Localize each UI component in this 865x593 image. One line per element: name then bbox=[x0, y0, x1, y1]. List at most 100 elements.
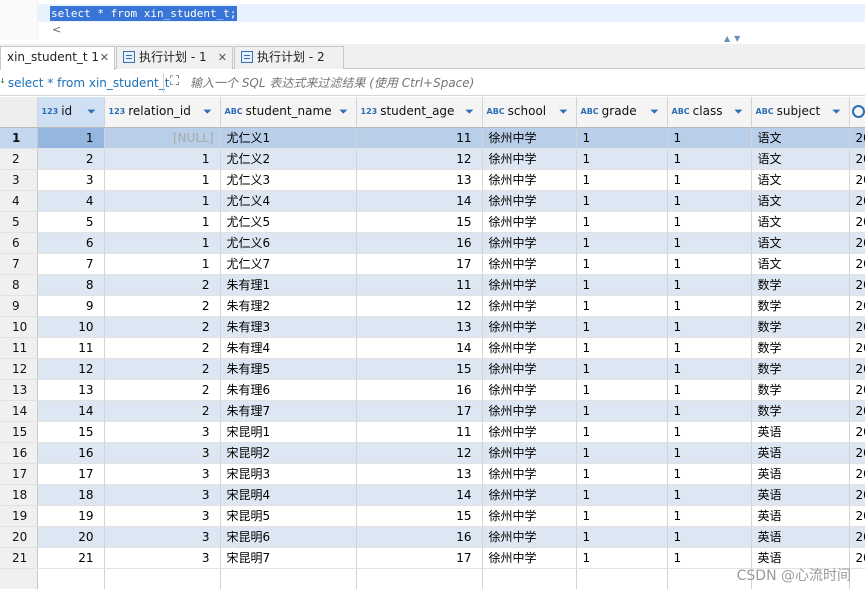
expand-icon[interactable]: ⛶ bbox=[170, 74, 185, 89]
school-cell[interactable]: 徐州中学 bbox=[482, 253, 577, 275]
school-cell[interactable]: 徐州中学 bbox=[482, 232, 577, 254]
class-cell[interactable]: 1 bbox=[667, 484, 752, 506]
id-cell[interactable]: 2 bbox=[37, 148, 105, 170]
subject-cell[interactable]: 英语 bbox=[751, 505, 850, 527]
table-row[interactable]: 14142朱有理717徐州中学11数学20 bbox=[0, 400, 865, 422]
timestamp-cell[interactable]: 20 bbox=[849, 316, 865, 338]
class-cell[interactable]: 1 bbox=[667, 148, 752, 170]
row-number-cell[interactable]: 17 bbox=[0, 463, 38, 485]
relation-id-cell[interactable]: 2 bbox=[104, 274, 221, 296]
subject-cell[interactable]: 数学 bbox=[751, 337, 850, 359]
grade-cell[interactable]: 1 bbox=[576, 169, 668, 191]
subject-cell[interactable]: 语文 bbox=[751, 169, 850, 191]
sort-filter-icon[interactable]: ⏷ bbox=[200, 104, 216, 120]
school-cell[interactable]: 徐州中学 bbox=[482, 358, 577, 380]
row-number-cell[interactable]: 12 bbox=[0, 358, 38, 380]
sort-filter-icon[interactable]: ⏷ bbox=[731, 104, 747, 120]
row-number-cell[interactable]: 15 bbox=[0, 421, 38, 443]
student-name-cell[interactable]: 宋昆明6 bbox=[220, 526, 357, 548]
subject-cell[interactable]: 数学 bbox=[751, 295, 850, 317]
subject-cell[interactable]: 数学 bbox=[751, 274, 850, 296]
id-cell[interactable]: 10 bbox=[37, 316, 105, 338]
table-row[interactable]: 661尤仁义616徐州中学11语文20 bbox=[0, 232, 865, 254]
class-cell[interactable]: 1 bbox=[667, 463, 752, 485]
id-cell[interactable]: 20 bbox=[37, 526, 105, 548]
row-number-cell[interactable]: 7 bbox=[0, 253, 38, 275]
id-cell[interactable]: 3 bbox=[37, 169, 105, 191]
student-name-cell[interactable]: 朱有理4 bbox=[220, 337, 357, 359]
student-name-cell[interactable]: 尤仁义4 bbox=[220, 190, 357, 212]
column-header-student-name[interactable]: ABC student_name ⏷ bbox=[220, 97, 357, 128]
student-age-cell[interactable]: 13 bbox=[356, 316, 483, 338]
class-cell[interactable]: 1 bbox=[667, 358, 752, 380]
grade-cell[interactable]: 1 bbox=[576, 127, 668, 149]
subject-cell[interactable]: 语文 bbox=[751, 127, 850, 149]
id-cell[interactable]: 13 bbox=[37, 379, 105, 401]
subject-cell[interactable]: 数学 bbox=[751, 400, 850, 422]
close-icon[interactable]: ✕ bbox=[100, 47, 109, 68]
column-header-class[interactable]: ABC class ⏷ bbox=[667, 97, 752, 128]
row-number-cell[interactable]: 14 bbox=[0, 400, 38, 422]
grade-cell[interactable]: 1 bbox=[576, 442, 668, 464]
relation-id-cell[interactable]: 1 bbox=[104, 169, 221, 191]
student-age-cell[interactable]: 13 bbox=[356, 463, 483, 485]
row-number-cell[interactable]: 16 bbox=[0, 442, 38, 464]
relation-id-cell[interactable]: 3 bbox=[104, 505, 221, 527]
student-age-cell[interactable]: 17 bbox=[356, 253, 483, 275]
column-header-subject[interactable]: ABC subject ⏷ bbox=[751, 97, 850, 128]
table-row[interactable]: 19193宋昆明515徐州中学11英语20 bbox=[0, 505, 865, 527]
table-row[interactable]: 12122朱有理515徐州中学11数学20 bbox=[0, 358, 865, 380]
relation-id-cell[interactable]: 3 bbox=[104, 442, 221, 464]
sql-editor[interactable]: select * from xin_student_t; < ▲▼ bbox=[0, 0, 865, 43]
school-cell[interactable]: 徐州中学 bbox=[482, 148, 577, 170]
student-age-cell[interactable]: 16 bbox=[356, 526, 483, 548]
student-age-cell[interactable]: 16 bbox=[356, 232, 483, 254]
timestamp-cell[interactable]: 20 bbox=[849, 547, 865, 569]
tab-execution-plan-1[interactable]: 执行计划 - 1 ✕ bbox=[116, 46, 233, 69]
relation-id-cell[interactable]: 2 bbox=[104, 295, 221, 317]
school-cell[interactable]: 徐州中学 bbox=[482, 526, 577, 548]
student-name-cell[interactable]: 尤仁义5 bbox=[220, 211, 357, 233]
row-number-cell[interactable]: 20 bbox=[0, 526, 38, 548]
id-cell[interactable]: 19 bbox=[37, 505, 105, 527]
timestamp-cell[interactable]: 20 bbox=[849, 484, 865, 506]
relation-id-cell[interactable]: 3 bbox=[104, 526, 221, 548]
student-age-cell[interactable]: 12 bbox=[356, 295, 483, 317]
relation-id-cell[interactable]: 1 bbox=[104, 253, 221, 275]
class-cell[interactable]: 1 bbox=[667, 526, 752, 548]
relation-id-cell[interactable]: 1 bbox=[104, 148, 221, 170]
student-name-cell[interactable]: 宋昆明1 bbox=[220, 421, 357, 443]
grade-cell[interactable]: 1 bbox=[576, 190, 668, 212]
relation-id-cell[interactable]: 3 bbox=[104, 463, 221, 485]
grade-cell[interactable]: 1 bbox=[576, 358, 668, 380]
student-age-cell[interactable]: 16 bbox=[356, 379, 483, 401]
relation-id-cell[interactable]: 1 bbox=[104, 232, 221, 254]
school-cell[interactable]: 徐州中学 bbox=[482, 337, 577, 359]
id-cell[interactable]: 5 bbox=[37, 211, 105, 233]
grade-cell[interactable]: 1 bbox=[576, 463, 668, 485]
sql-text[interactable]: select * from xin_student_t; bbox=[50, 6, 238, 21]
school-cell[interactable]: 徐州中学 bbox=[482, 127, 577, 149]
table-row[interactable]: 13132朱有理616徐州中学11数学20 bbox=[0, 379, 865, 401]
student-age-cell[interactable]: 13 bbox=[356, 169, 483, 191]
class-cell[interactable]: 1 bbox=[667, 169, 752, 191]
grade-cell[interactable]: 1 bbox=[576, 274, 668, 296]
table-row[interactable]: 11[NULL]尤仁义111徐州中学11语文20 bbox=[0, 127, 865, 149]
student-age-cell[interactable]: 14 bbox=[356, 484, 483, 506]
relation-id-cell[interactable]: 2 bbox=[104, 316, 221, 338]
row-number-cell[interactable]: 18 bbox=[0, 484, 38, 506]
relation-id-cell[interactable]: 1 bbox=[104, 211, 221, 233]
id-cell[interactable]: 15 bbox=[37, 421, 105, 443]
school-cell[interactable]: 徐州中学 bbox=[482, 547, 577, 569]
student-age-cell[interactable]: 12 bbox=[356, 148, 483, 170]
school-cell[interactable]: 徐州中学 bbox=[482, 442, 577, 464]
table-row[interactable]: 551尤仁义515徐州中学11语文20 bbox=[0, 211, 865, 233]
timestamp-cell[interactable]: 20 bbox=[849, 274, 865, 296]
id-cell[interactable]: 4 bbox=[37, 190, 105, 212]
school-cell[interactable]: 徐州中学 bbox=[482, 169, 577, 191]
id-cell[interactable]: 9 bbox=[37, 295, 105, 317]
student-name-cell[interactable]: 尤仁义6 bbox=[220, 232, 357, 254]
student-age-cell[interactable]: 17 bbox=[356, 400, 483, 422]
row-number-cell[interactable]: 3 bbox=[0, 169, 38, 191]
row-number-cell[interactable]: 2 bbox=[0, 148, 38, 170]
